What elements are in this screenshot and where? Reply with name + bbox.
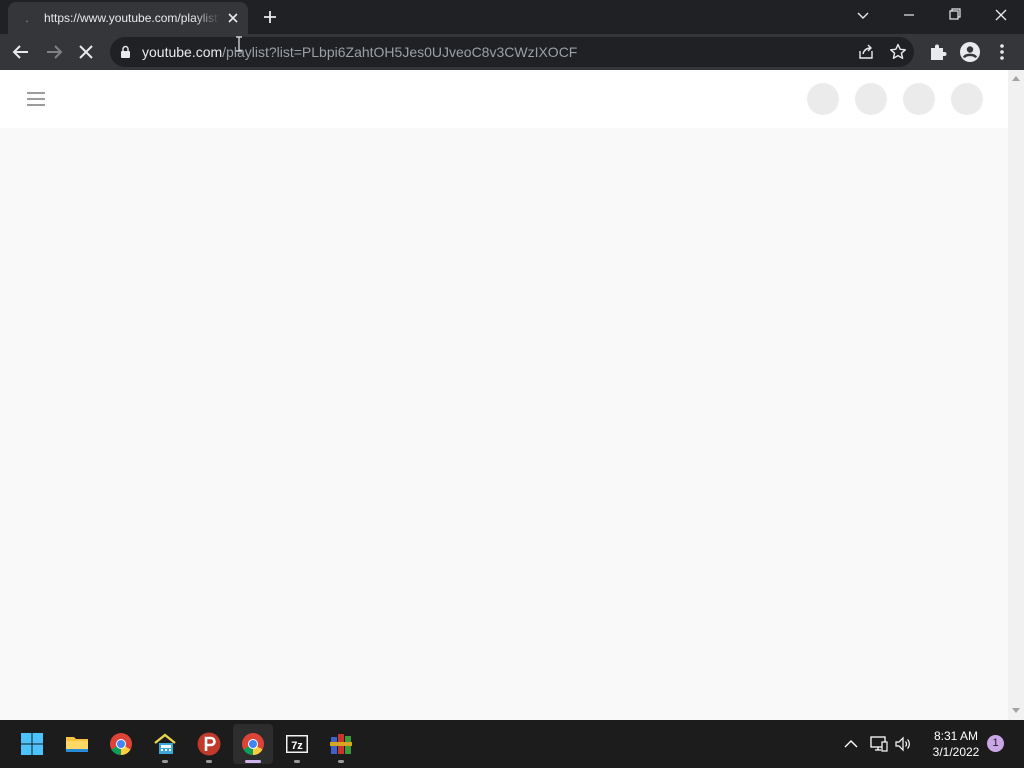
tab-search-icon[interactable] bbox=[840, 0, 886, 32]
youtube-header bbox=[0, 70, 1008, 128]
page-content bbox=[0, 70, 1008, 720]
loading-placeholder bbox=[903, 83, 935, 115]
windows-logo-icon bbox=[21, 733, 43, 755]
show-hidden-icons-chevron-up-icon[interactable] bbox=[841, 734, 861, 754]
url-domain: youtube.com bbox=[142, 44, 223, 60]
browser-toolbar: youtube.com/playlist?list=PLbpi6ZahtOH5J… bbox=[0, 34, 1024, 70]
address-url[interactable]: youtube.com/playlist?list=PLbpi6ZahtOH5J… bbox=[142, 44, 577, 60]
chrome-active-taskbar-button[interactable] bbox=[233, 724, 273, 764]
loading-placeholder bbox=[951, 83, 983, 115]
chrome-icon bbox=[110, 733, 132, 755]
running-indicator bbox=[162, 760, 168, 763]
browser-titlebar: . https://www.youtube.com/playlist?list=… bbox=[0, 0, 1024, 34]
clock-time: 8:31 AM bbox=[933, 729, 979, 743]
running-indicator bbox=[338, 760, 344, 763]
new-tab-button[interactable] bbox=[258, 5, 282, 29]
tab-close-icon[interactable] bbox=[224, 9, 242, 27]
notification-badge[interactable]: 1 bbox=[987, 735, 1004, 752]
address-bar[interactable]: youtube.com/playlist?list=PLbpi6ZahtOH5J… bbox=[110, 37, 914, 67]
volume-icon[interactable] bbox=[893, 734, 913, 754]
clock-date: 3/1/2022 bbox=[932, 745, 980, 759]
7zip-icon: 7z bbox=[286, 735, 308, 753]
running-indicator bbox=[245, 760, 261, 763]
restore-button[interactable] bbox=[932, 0, 978, 32]
chrome-taskbar-button[interactable] bbox=[101, 724, 141, 764]
winrar-taskbar-button[interactable] bbox=[321, 724, 361, 764]
7zip-taskbar-button[interactable]: 7z bbox=[277, 724, 317, 764]
lock-icon[interactable] bbox=[120, 45, 131, 59]
file-explorer-button[interactable] bbox=[57, 724, 97, 764]
winrar-books-icon bbox=[330, 734, 352, 754]
system-clock[interactable]: 8:31 AM 3/1/2022 bbox=[918, 728, 994, 760]
close-window-button[interactable] bbox=[978, 0, 1024, 32]
calculator-taskbar-button[interactable] bbox=[145, 724, 185, 764]
psiphon-taskbar-button[interactable] bbox=[189, 724, 229, 764]
extensions-puzzle-icon[interactable] bbox=[926, 40, 950, 64]
loading-placeholder bbox=[807, 83, 839, 115]
tab-title: https://www.youtube.com/playlist?list=PL… bbox=[44, 11, 220, 25]
text-cursor-icon bbox=[236, 36, 242, 52]
share-icon[interactable] bbox=[856, 42, 876, 62]
hamburger-menu-icon[interactable] bbox=[24, 87, 48, 111]
running-indicator bbox=[294, 760, 300, 763]
taskbar: 7z 8:31 AM 3/1/2022 1 bbox=[0, 720, 1024, 768]
calculator-house-icon bbox=[154, 733, 176, 754]
tab-favicon-icon: . bbox=[25, 11, 29, 25]
profile-avatar-icon[interactable] bbox=[958, 40, 982, 64]
stop-loading-button[interactable] bbox=[73, 40, 99, 64]
forward-button[interactable] bbox=[41, 40, 67, 64]
chrome-icon bbox=[242, 733, 264, 755]
browser-tab[interactable]: . https://www.youtube.com/playlist?list=… bbox=[8, 2, 248, 34]
url-path: /playlist?list=PLbpi6ZahtOH5Jes0UJveoC8v… bbox=[222, 44, 578, 60]
page-scrollbar[interactable] bbox=[1008, 70, 1024, 720]
minimize-button[interactable] bbox=[886, 0, 932, 32]
folder-icon bbox=[66, 737, 88, 752]
bookmark-star-icon[interactable] bbox=[888, 42, 908, 62]
loading-placeholder bbox=[855, 83, 887, 115]
back-button[interactable] bbox=[8, 40, 34, 64]
running-indicator bbox=[206, 760, 212, 763]
start-button[interactable] bbox=[12, 724, 52, 764]
network-icon[interactable] bbox=[869, 734, 889, 754]
psiphon-p-icon bbox=[197, 732, 221, 756]
scroll-down-arrow-icon[interactable] bbox=[1012, 708, 1020, 714]
svg-text:7z: 7z bbox=[291, 740, 303, 752]
scroll-up-arrow-icon[interactable] bbox=[1012, 75, 1020, 81]
chrome-menu-icon[interactable] bbox=[990, 40, 1014, 64]
